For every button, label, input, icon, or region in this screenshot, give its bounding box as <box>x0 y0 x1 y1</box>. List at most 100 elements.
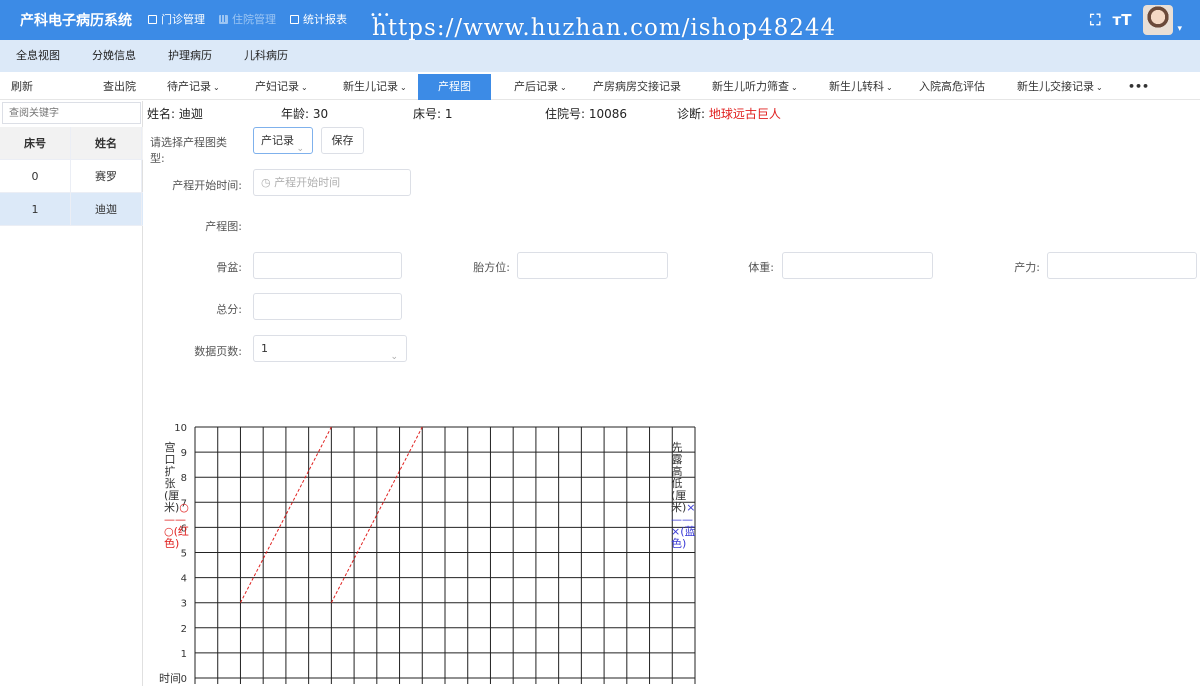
data-pages-value: 1 <box>261 342 268 355</box>
patient-info-bar: 姓名: 迪迦 年龄: 30 床号: 1 住院号: 10086 诊断: 地球远古巨… <box>147 103 1197 123</box>
chart-type-select[interactable]: 产记录 ⌄ <box>253 127 313 154</box>
data-pages-label: 数据页数: <box>194 345 242 358</box>
age-value: 30 <box>312 107 329 121</box>
font-size-icon[interactable]: ᴛT <box>1113 11 1132 29</box>
tab-label: 产后记录 <box>514 80 558 93</box>
chevron-down-icon: ⌄ <box>791 83 798 92</box>
weight-input[interactable] <box>782 252 933 279</box>
y-tick-label: 10 <box>174 423 187 434</box>
total-score-input[interactable] <box>253 293 402 320</box>
y-tick-label: 9 <box>181 448 187 459</box>
bed-label: 床号: <box>413 107 442 121</box>
partograph-label: 产程图: <box>205 220 242 233</box>
tab-labor-record[interactable]: 待产记录 ⌄ <box>167 74 220 100</box>
nav-reports-label: 统计报表 <box>303 13 347 26</box>
table-header: 床号 姓名 <box>0 127 143 160</box>
nav-inpatient[interactable]: 住院管理 <box>219 11 276 27</box>
name-value: 迪迦 <box>178 107 203 121</box>
x-axis-label: 时间 <box>159 672 181 685</box>
save-button[interactable]: 保存 <box>321 127 364 154</box>
nav-outpatient[interactable]: 门诊管理 <box>148 11 205 27</box>
patient-name: 姓名: 迪迦 <box>147 105 203 122</box>
tab-risk-assessment[interactable]: 入院高危评估 <box>919 74 985 100</box>
subnav-delivery[interactable]: 分娩信息 <box>76 40 152 72</box>
tab-newborn-handover[interactable]: 新生儿交接记录 ⌄ <box>1017 74 1103 100</box>
subnav-overview[interactable]: 全息视图 <box>0 40 76 72</box>
patient-age: 年龄: 30 <box>281 105 328 122</box>
patient-admission: 住院号: 10086 <box>545 105 627 122</box>
tab-ward-handover[interactable]: 产房病房交接记录 <box>593 74 681 100</box>
data-pages-select[interactable]: 1 ⌄ <box>253 335 407 362</box>
chart-type-value: 产记录 <box>261 134 294 147</box>
cell-bed: 0 <box>0 160 71 192</box>
name-label: 姓名: <box>147 107 176 121</box>
tab-label: 新生儿听力筛查 <box>712 80 789 93</box>
caret-down-icon[interactable]: ▾ <box>1177 24 1182 34</box>
tab-label: 新生儿交接记录 <box>1017 80 1094 93</box>
top-nav: 门诊管理 住院管理 统计报表 <box>148 11 347 27</box>
chevron-down-icon: ⌄ <box>400 83 407 92</box>
sub-nav: 全息视图 分娩信息 护理病历 儿科病历 <box>0 40 1200 72</box>
chevron-down-icon: ⌄ <box>886 83 893 92</box>
cell-name: 赛罗 <box>71 160 142 192</box>
nav-reports[interactable]: 统计报表 <box>290 11 347 27</box>
pelvis-label: 骨盆: <box>216 261 242 274</box>
tab-hearing-screening[interactable]: 新生儿听力筛查 ⌄ <box>712 74 798 100</box>
patient-bed: 床号: 1 <box>413 105 453 122</box>
subnav-pediatric[interactable]: 儿科病历 <box>228 40 304 72</box>
nav-outpatient-label: 门诊管理 <box>161 13 205 26</box>
partograph-svg: 012345678910 <box>174 423 696 685</box>
pelvis-input[interactable] <box>253 252 402 279</box>
record-tabs: 刷新 查出院 待产记录 ⌄ 产妇记录 ⌄ 新生儿记录 ⌄ 产程图 产后记录 ⌄ 产房病房… <box>0 74 1200 100</box>
tab-label: 产妇记录 <box>255 80 299 93</box>
age-label: 年龄: <box>281 107 310 121</box>
cell-name: 迪迦 <box>71 193 142 225</box>
patient-search-input[interactable] <box>2 102 141 124</box>
patient-table: 床号 姓名 0 赛罗 1 迪迦 <box>0 127 143 226</box>
labor-start-placeholder: 产程开始时间 <box>274 176 341 189</box>
subnav-nursing[interactable]: 护理病历 <box>152 40 228 72</box>
tabs-more-icon[interactable]: ••• <box>1128 74 1149 100</box>
labor-start-label: 产程开始时间: <box>172 179 242 192</box>
chevron-down-icon: ⌄ <box>560 83 567 92</box>
bed-value: 1 <box>444 107 453 121</box>
labor-start-picker[interactable]: ◷ 产程开始时间 <box>253 169 411 196</box>
tab-maternal-record[interactable]: 产妇记录 ⌄ <box>255 74 308 100</box>
discharge-button[interactable]: 查出院 <box>103 74 136 100</box>
y-tick-label: 4 <box>181 574 187 585</box>
patient-sidebar: 床号 姓名 0 赛罗 1 迪迦 <box>0 101 143 686</box>
chevron-down-icon: ⌄ <box>296 143 304 154</box>
table-row-selected[interactable]: 1 迪迦 <box>0 193 143 226</box>
clock-icon: ◷ <box>261 176 271 189</box>
admission-value: 10086 <box>588 107 628 121</box>
chart-type-label: 请选择产程图类型: <box>150 136 227 165</box>
nav-inpatient-label: 住院管理 <box>232 13 276 26</box>
tab-postpartum-record[interactable]: 产后记录 ⌄ <box>514 74 567 100</box>
y-tick-label: 8 <box>181 473 187 484</box>
top-header: 产科电子病历系统 门诊管理 住院管理 统计报表 ••• https://www.… <box>0 0 1200 41</box>
partograph-chart: 0 1 2 3 4 5 6 7 8 9 10 宫口扩张(厘米)○——○(红色) 先露高低(厘米)×—… <box>155 410 715 686</box>
y-tick-label: 3 <box>181 599 187 610</box>
avatar[interactable] <box>1143 5 1174 35</box>
column-header-bed: 床号 <box>0 127 71 159</box>
column-header-name: 姓名 <box>71 127 142 159</box>
admission-label: 住院号: <box>545 107 586 121</box>
fetal-position-input[interactable] <box>517 252 668 279</box>
y-left-axis-label: 宫口扩张(厘米)○——○(红色) <box>164 442 189 550</box>
tab-partograph[interactable]: 产程图 <box>418 74 491 100</box>
force-input[interactable] <box>1047 252 1197 279</box>
refresh-button[interactable]: 刷新 <box>11 74 33 100</box>
y-tick-label: 0 <box>181 674 187 685</box>
tab-label: 待产记录 <box>167 80 211 93</box>
tab-newborn-record[interactable]: 新生儿记录 ⌄ <box>343 74 407 100</box>
diagnosis-label: 诊断: <box>677 107 706 121</box>
app-title: 产科电子病历系统 <box>20 13 132 29</box>
fullscreen-icon[interactable]: ⛶ <box>1090 11 1101 29</box>
y-right-axis-label: 先露高低(厘米)×——×(蓝色) <box>671 442 696 550</box>
tab-newborn-transfer[interactable]: 新生儿转科 ⌄ <box>829 74 893 100</box>
table-row[interactable]: 0 赛罗 <box>0 160 143 193</box>
chevron-down-icon: ⌄ <box>390 351 398 362</box>
watermark-text: https://www.huzhan.com/ishop48244 <box>372 15 837 41</box>
chevron-down-icon: ⌄ <box>213 83 220 92</box>
y-tick-label: 1 <box>181 649 187 660</box>
